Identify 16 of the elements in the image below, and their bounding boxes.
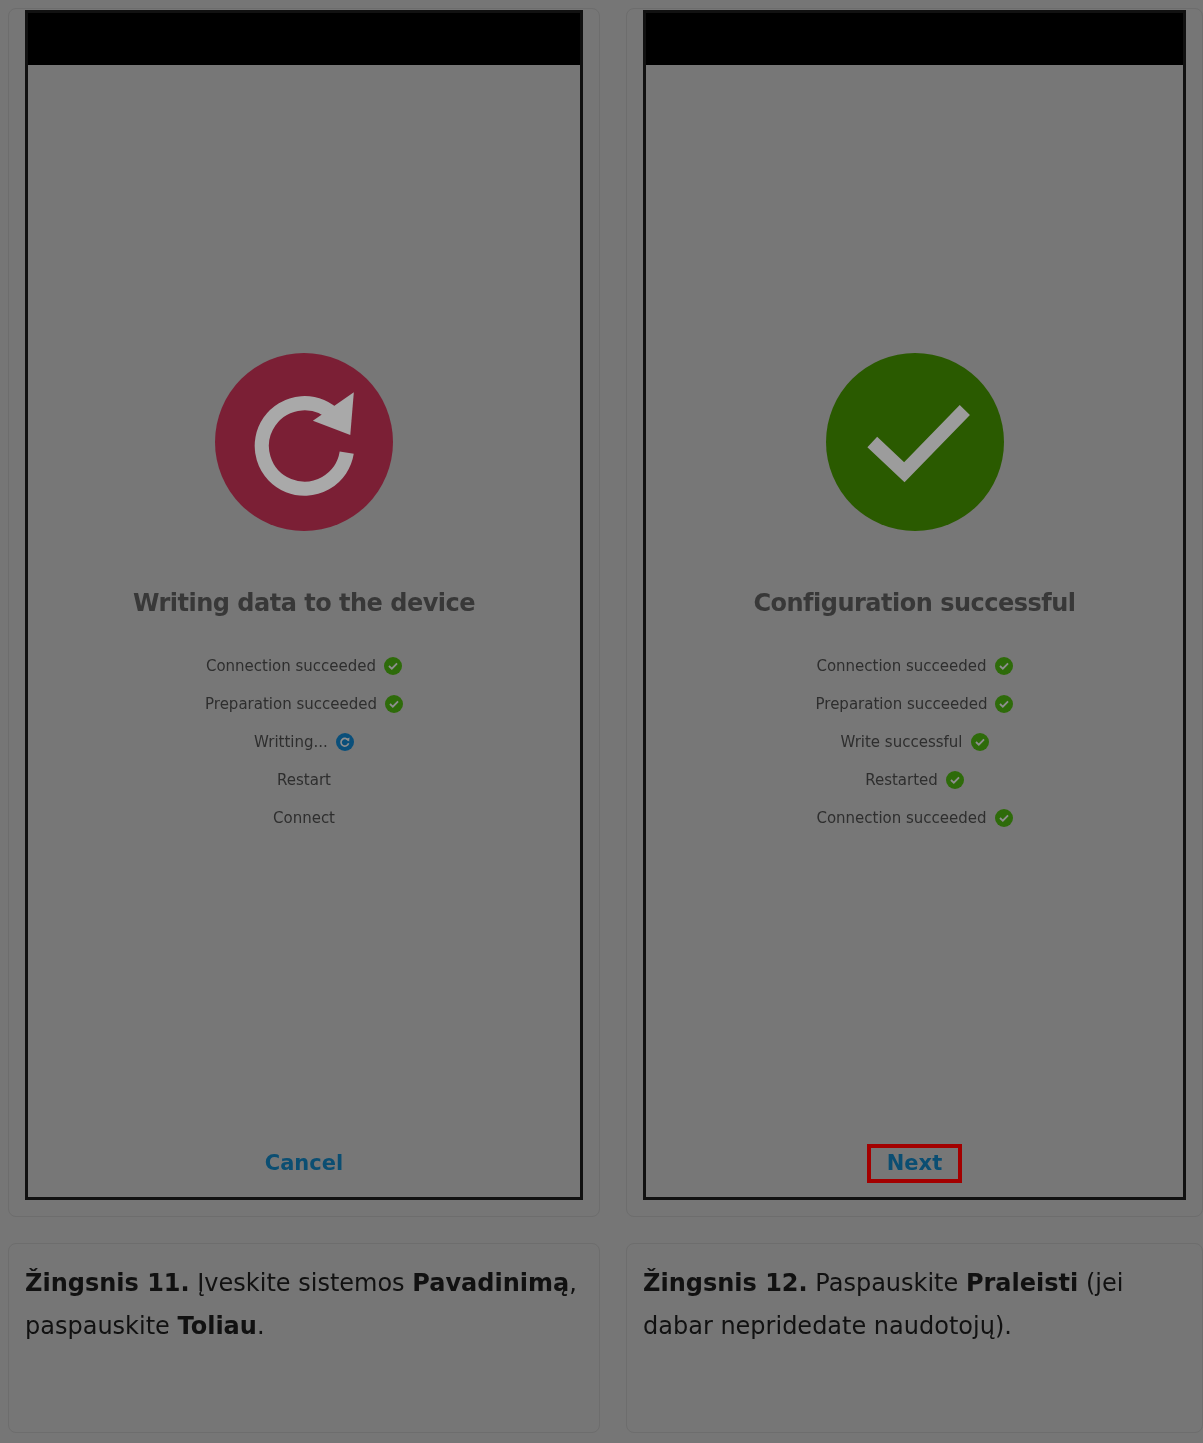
step-instruction: Žingsnis 12. Paspauskite Praleisti (jei dabar nepridedate naudotojų). <box>643 1267 1125 1342</box>
step-label: Preparation succeeded <box>205 693 377 715</box>
step-label: Connection succeeded <box>205 655 377 677</box>
screen-title: Configuration successful <box>753 588 1076 619</box>
step-label: Connection succeeded <box>816 655 987 677</box>
text-button[interactable]: Cancel <box>244 1143 364 1183</box>
step-label: Preparation succeeded <box>815 693 988 715</box>
screen-title: Writing data to the device <box>132 588 476 619</box>
step-label: Connect <box>273 807 335 829</box>
step-label: Restarted <box>865 769 938 791</box>
step-instruction: Žingsnis 11. Įveskite sistemos Pavadinimą, paspauskite Toliau. <box>25 1267 578 1342</box>
step-label: Writting... <box>254 731 328 753</box>
highlighted-button[interactable]: Next <box>866 1143 963 1183</box>
step-label: Restart <box>277 769 331 791</box>
step-label: Write successful <box>840 731 963 753</box>
step-label: Connection succeeded <box>816 807 987 829</box>
